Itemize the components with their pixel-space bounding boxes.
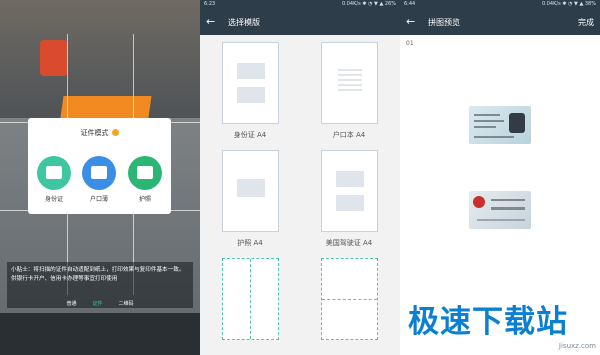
app-bar: ← 选择模版: [200, 9, 400, 35]
card-placeholder: [237, 179, 265, 197]
template-label: 护照 A4: [237, 239, 263, 247]
status-bar: 6:23 0.04K/s ✱ ◔ ▼ ▲ 26%: [200, 0, 400, 9]
back-arrow-icon[interactable]: ←: [406, 15, 420, 29]
info-icon: [111, 129, 119, 136]
red-mug: [40, 40, 68, 76]
bottom-bar: [0, 313, 200, 355]
page-number: 01: [406, 40, 414, 47]
status-bar: 6:44 0.04K/s ✱ ◔ ▼ ▲ 38%: [400, 0, 600, 9]
template-label: 户口本 A4: [332, 131, 366, 139]
mode-switcher: 普通 证件 二维码: [0, 300, 200, 314]
id-card-front-image: [469, 106, 531, 144]
portrait: [509, 113, 525, 133]
text-line: [338, 74, 362, 76]
template-split-vertical[interactable]: [222, 258, 279, 340]
dialog-title: 证件模式: [28, 128, 171, 138]
template-split-horizontal[interactable]: [321, 258, 378, 340]
card-placeholder: [237, 63, 265, 79]
household-book-icon: [82, 156, 116, 190]
text-line: [338, 84, 362, 86]
text-line: [338, 79, 362, 81]
site-watermark: 极速下载站 Jisuxz.com: [408, 304, 596, 350]
mode-qrcode[interactable]: 二维码: [119, 300, 134, 314]
mode-normal[interactable]: 普通: [66, 300, 76, 314]
card-placeholder: [336, 171, 364, 187]
text-line: [338, 69, 362, 71]
template-id-card-a4[interactable]: [222, 42, 279, 124]
template-us-license-a4[interactable]: [321, 150, 378, 232]
page-title: 拼图预览: [428, 17, 460, 27]
template-label: 美国驾驶证 A4: [325, 239, 373, 247]
text-line: [338, 89, 362, 91]
card-placeholder: [336, 195, 364, 211]
template-passport-a4[interactable]: [222, 150, 279, 232]
back-arrow-icon[interactable]: ←: [206, 15, 220, 29]
done-button[interactable]: 完成: [578, 17, 594, 28]
emblem-icon: [473, 196, 485, 208]
app-bar: ← 拼图预览 完成: [400, 9, 600, 35]
id-card-back-image: [469, 191, 531, 229]
mode-document[interactable]: 证件: [92, 300, 102, 314]
page-title: 选择模版: [228, 17, 260, 27]
option-household-register[interactable]: 户口薄: [82, 156, 116, 203]
passport-icon: [128, 156, 162, 190]
option-passport[interactable]: 护照: [128, 156, 162, 203]
card-placeholder: [237, 87, 265, 103]
id-card-icon: [37, 156, 71, 190]
template-household-a4[interactable]: [321, 42, 378, 124]
option-id-card[interactable]: 身份证: [37, 156, 71, 203]
template-label: 身份证 A4: [233, 131, 267, 139]
document-mode-dialog: 证件模式 身份证 户口薄 护照: [28, 118, 171, 214]
template-select-panel: 6:23 0.04K/s ✱ ◔ ▼ ▲ 26% ← 选择模版 身份证 A4 户…: [200, 0, 400, 355]
camera-scan-panel: 证件模式 身份证 户口薄 护照 小贴士：将扫描的证件自动适配到纸上，打印效果与复…: [0, 0, 200, 355]
